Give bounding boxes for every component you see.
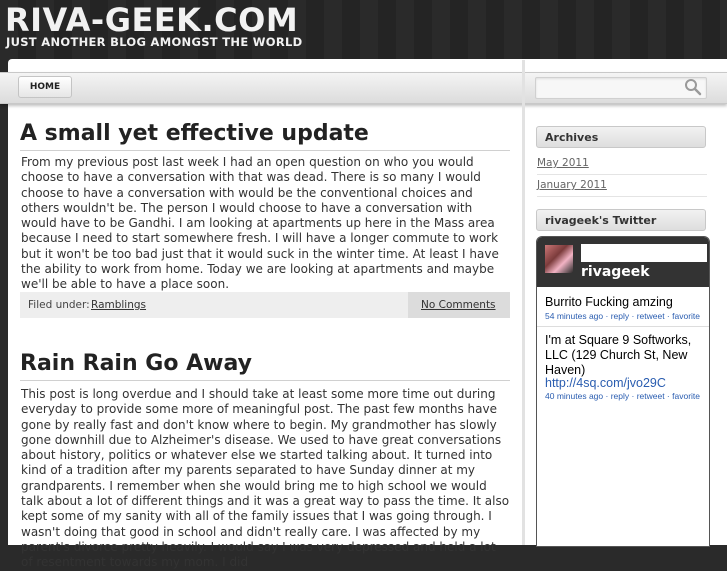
twitter-heading: rivageek's Twitter	[536, 209, 706, 231]
post-meta-bar: Filed under: Ramblings No Comments	[20, 292, 510, 318]
search-input[interactable]	[535, 77, 707, 99]
post-title[interactable]: Rain Rain Go Away	[20, 351, 252, 377]
archive-divider	[537, 174, 707, 175]
archive-link-january-2011[interactable]: January 2011	[537, 179, 607, 191]
column-divider	[522, 60, 525, 545]
archive-link-may-2011[interactable]: May 2011	[537, 157, 589, 169]
tweet-meta: 40 minutes ago · reply · retweet · favor…	[545, 391, 700, 401]
favorite-link[interactable]: favorite	[672, 391, 700, 401]
home-button[interactable]: HOME	[18, 76, 72, 98]
title-underline	[20, 150, 510, 151]
tweet-meta: 54 minutes ago · reply · retweet · favor…	[545, 311, 700, 321]
archive-divider	[537, 196, 707, 197]
retweet-link[interactable]: retweet	[637, 391, 665, 401]
filed-under-label: Filed under:	[28, 299, 90, 311]
post-title[interactable]: A small yet effective update	[20, 121, 369, 147]
retweet-link[interactable]: retweet	[637, 311, 665, 321]
twitter-header: rivageek	[537, 237, 709, 287]
tweet-url-link[interactable]: http://4sq.com/jvo29C	[545, 376, 705, 391]
nav-bar: HOME	[0, 72, 727, 104]
tweet-time[interactable]: 40 minutes ago	[545, 391, 603, 401]
avatar[interactable]	[545, 245, 573, 273]
twitter-name-bar	[581, 244, 707, 262]
twitter-widget: rivageek Burrito Fucking amzing 54 minut…	[536, 236, 710, 547]
category-link[interactable]: Ramblings	[91, 299, 146, 311]
site-title[interactable]: RIVA-GEEK.COM	[5, 2, 298, 38]
reply-link[interactable]: reply	[611, 391, 629, 401]
comments-box: No Comments	[408, 292, 510, 318]
title-underline	[20, 380, 510, 381]
tweet-text: I'm at Square 9 Softworks, LLC (129 Chur…	[545, 333, 692, 377]
favorite-link[interactable]: favorite	[672, 311, 700, 321]
post-body: This post is long overdue and I should t…	[21, 387, 510, 570]
comments-link[interactable]: No Comments	[421, 299, 496, 311]
site-tagline: JUST ANOTHER BLOG AMONGST THE WORLD	[6, 35, 303, 49]
post-body: From my previous post last week I had an…	[21, 155, 499, 292]
twitter-username[interactable]: rivageek	[581, 264, 650, 280]
reply-link[interactable]: reply	[611, 311, 629, 321]
tweet-separator	[537, 326, 709, 327]
tweet-text: Burrito Fucking amzing	[545, 295, 673, 309]
tweet-time[interactable]: 54 minutes ago	[545, 311, 603, 321]
archives-heading: Archives	[536, 126, 706, 148]
search-icon[interactable]	[684, 78, 702, 96]
